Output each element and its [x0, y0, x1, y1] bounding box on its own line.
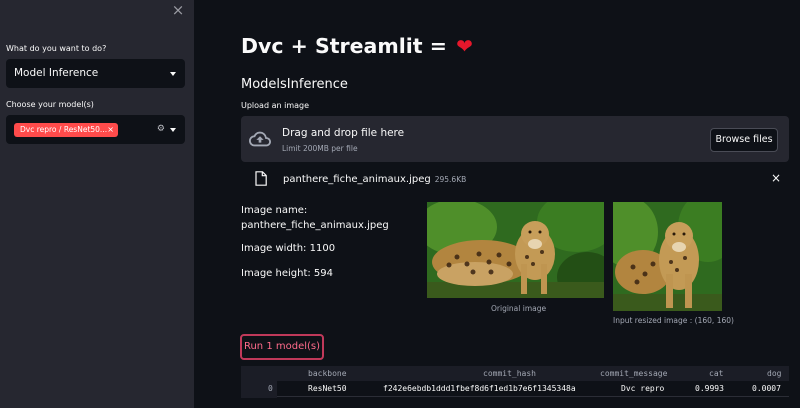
remove-file-icon[interactable]: ×	[771, 171, 781, 185]
image-name-label: Image name:	[241, 205, 308, 216]
image-name-value: panthere_fiche_animaux.jpeg	[241, 220, 389, 231]
cloud-upload-icon	[249, 131, 271, 147]
clear-all-icon[interactable]: ⚙	[157, 124, 165, 134]
model-select-label: Choose your model(s)	[6, 100, 94, 109]
upload-label: Upload an image	[241, 101, 310, 110]
table-index-column	[241, 366, 277, 398]
dropzone-limit: Limit 200MB per file	[282, 144, 358, 153]
main-content: Dvc + Streamlit = ❤ ModelsInference Uplo…	[194, 0, 800, 408]
browse-files-button[interactable]: Browse files	[710, 128, 778, 152]
dropzone-title: Drag and drop file here	[282, 127, 405, 139]
task-select-label: What do you want to do?	[6, 44, 107, 53]
sidebar: × What do you want to do? Model Inferenc…	[0, 0, 194, 408]
heart-icon: ❤	[456, 34, 473, 58]
cell-backbone: ResNet50	[308, 384, 347, 393]
results-table: backbone commit_hash commit_message cat …	[241, 366, 789, 398]
header-backbone: backbone	[308, 369, 347, 378]
file-dropzone[interactable]: Drag and drop file here Limit 200MB per …	[241, 116, 789, 162]
leopard-resized-image	[613, 202, 722, 311]
image-width: Image width: 1100	[241, 243, 336, 254]
cell-cat: 0.9993	[695, 384, 724, 393]
file-icon	[255, 171, 267, 186]
page-title: Dvc + Streamlit = ❤	[241, 34, 473, 58]
task-select[interactable]: Model Inference	[6, 59, 185, 88]
header-dog: dog	[767, 369, 782, 378]
section-subheader: ModelsInference	[241, 77, 348, 92]
page-title-text: Dvc + Streamlit =	[241, 34, 447, 58]
header-commit-hash: commit_hash	[483, 369, 536, 378]
chevron-down-icon	[170, 72, 176, 76]
leopard-image	[427, 202, 604, 298]
header-cat: cat	[709, 369, 724, 378]
original-image	[427, 202, 604, 298]
model-tag-label: Dvc repro / ResNet50...	[20, 125, 108, 134]
model-multiselect[interactable]: Dvc repro / ResNet50... × ⚙	[6, 115, 185, 144]
resized-image	[613, 202, 722, 311]
cell-dog: 0.0007	[752, 384, 781, 393]
run-models-button[interactable]: Run 1 model(s)	[240, 334, 324, 360]
header-commit-message: commit_message	[600, 369, 668, 378]
file-name-text: panthere_fiche_animaux.jpeg	[283, 174, 431, 185]
model-tag: Dvc repro / ResNet50... ×	[14, 123, 118, 137]
uploaded-file-row: panthere_fiche_animaux.jpeg 295.6KB ×	[241, 168, 789, 192]
file-size: 295.6KB	[434, 175, 467, 184]
file-name: panthere_fiche_animaux.jpeg 295.6KB	[283, 174, 466, 185]
cell-commit-message: Dvc repro	[621, 384, 665, 393]
cell-commit-hash: f242e6ebdb1ddd1fbef8d6f1ed1b7e6f1345348a	[383, 384, 576, 393]
resized-image-caption: Input resized image : (160, 160)	[613, 316, 734, 325]
chevron-down-icon	[170, 128, 176, 132]
row-index: 0	[268, 384, 273, 393]
close-sidebar-icon[interactable]: ×	[170, 2, 186, 18]
image-height: Image height: 594	[241, 268, 334, 279]
tag-remove-icon[interactable]: ×	[107, 123, 114, 137]
task-select-value: Model Inference	[14, 67, 99, 79]
original-image-caption: Original image	[491, 304, 547, 313]
